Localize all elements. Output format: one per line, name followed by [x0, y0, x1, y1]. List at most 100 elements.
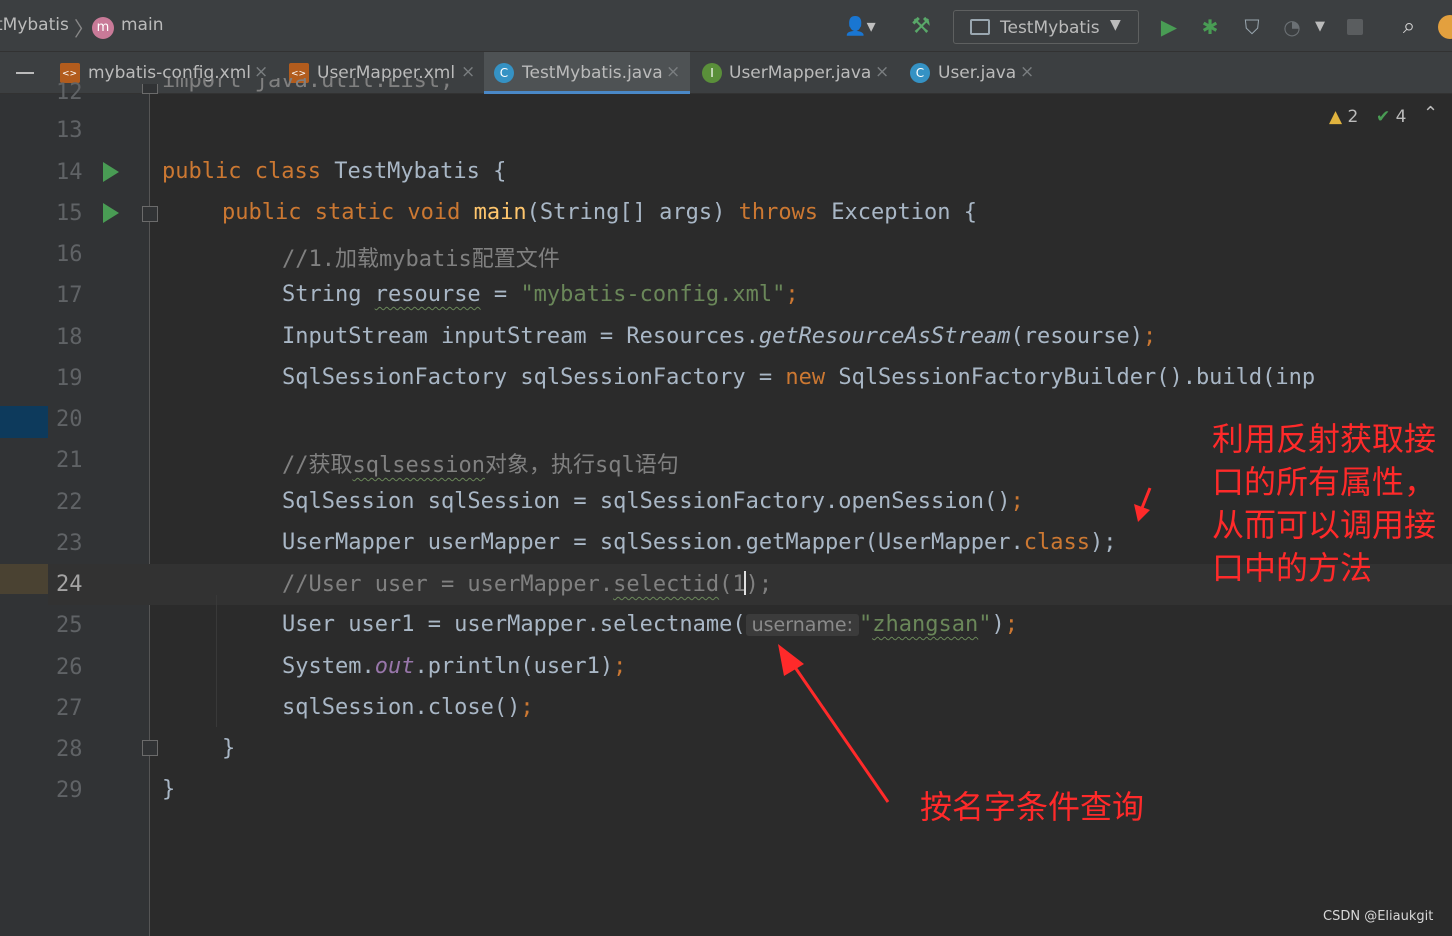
- coverage-icon[interactable]: ⛉: [1238, 14, 1266, 40]
- code-static-method: getResourceAsStream: [758, 324, 1011, 349]
- class-file-icon: C: [494, 63, 514, 83]
- close-icon[interactable]: ×: [1020, 62, 1034, 82]
- ok-indicator[interactable]: ✔ 4: [1376, 107, 1406, 127]
- code-string: zhangsan: [872, 612, 979, 637]
- code-text: );: [1089, 530, 1117, 555]
- code-keyword: public class: [162, 159, 321, 184]
- run-configuration-label: TestMybatis: [1000, 18, 1100, 38]
- code-text: InputStream inputStream = Resources.: [282, 324, 759, 349]
- code-keyword: class: [1023, 530, 1090, 555]
- code-text: }: [222, 736, 236, 761]
- close-icon[interactable]: ×: [875, 62, 889, 82]
- fold-icon[interactable]: [142, 84, 158, 94]
- strip-marker: [0, 564, 48, 594]
- code-text: import java.util.List;: [162, 78, 454, 93]
- run-gutter-icon[interactable]: [103, 162, 119, 182]
- code-text: {: [479, 159, 507, 184]
- code-keyword: throws: [738, 200, 819, 225]
- code-comment: //获取: [282, 453, 353, 478]
- code-text: .println(user1): [414, 654, 614, 679]
- run-configuration-selector[interactable]: TestMybatis ▼: [953, 10, 1139, 44]
- code-line-16: //1.加载mybatis配置文件: [282, 241, 560, 273]
- fold-icon[interactable]: [142, 206, 158, 222]
- tab-label: User.java: [938, 63, 1017, 83]
- code-line-24: //User user = userMapper.selectid(1);: [282, 571, 772, 597]
- code-comment: selectid: [613, 572, 720, 597]
- line-number: 15: [56, 201, 83, 226]
- search-icon[interactable]: ⌕: [1394, 14, 1424, 40]
- collapse-icon[interactable]: [16, 72, 34, 74]
- run-icon[interactable]: ▶: [1155, 14, 1183, 40]
- code-text: SqlSessionFactoryBuilder().build(inp: [825, 365, 1316, 390]
- tab-usermapper-java[interactable]: I UserMapper.java ×: [700, 52, 896, 94]
- annotation-query-note: 按名字条件查询: [920, 788, 1145, 826]
- line-number: 19: [56, 366, 83, 391]
- code-text: System.: [282, 654, 375, 679]
- breadcrumb-separator-icon: 〉: [74, 17, 94, 41]
- branch-icon: m: [92, 17, 114, 39]
- tab-label: UserMapper.java: [729, 63, 872, 83]
- stop-icon[interactable]: [1347, 19, 1363, 35]
- code-line-17: String resourse = "mybatis-config.xml";: [282, 282, 799, 307]
- line-number: 28: [56, 737, 83, 762]
- tab-user-java[interactable]: C User.java ×: [908, 52, 1044, 94]
- warning-icon: ▲: [1329, 107, 1343, 127]
- line-number: 20: [56, 407, 83, 432]
- code-string: "mybatis-config.xml": [520, 282, 786, 307]
- tab-testmybatis-java[interactable]: C TestMybatis.java ×: [484, 52, 690, 94]
- code-text: SqlSession sqlSession = sqlSessionFactor…: [282, 489, 1011, 514]
- code-line-22: SqlSession sqlSession = sqlSessionFactor…: [282, 489, 1024, 514]
- update-icon[interactable]: [1438, 15, 1452, 39]
- code-line-19: SqlSessionFactory sqlSessionFactory = ne…: [282, 365, 1315, 390]
- checkmark-icon: ✔: [1376, 107, 1391, 127]
- code-text: ): [991, 612, 1005, 637]
- line-number: 18: [56, 325, 83, 350]
- warnings-indicator[interactable]: ▲ 2: [1329, 107, 1358, 127]
- line-number: 12: [56, 80, 83, 102]
- build-hammer-icon[interactable]: ⚒: [906, 14, 936, 40]
- user-icon[interactable]: 👤▾: [840, 14, 880, 40]
- chevron-down-icon: ▼: [1110, 17, 1121, 33]
- indent-guide: [216, 595, 217, 727]
- close-icon[interactable]: ×: [461, 62, 475, 82]
- breadcrumb-project[interactable]: tMybatis: [0, 15, 69, 35]
- code-text: String: [282, 282, 375, 307]
- line-number: 14: [56, 160, 83, 185]
- code-line-18: InputStream inputStream = Resources.getR…: [282, 324, 1156, 349]
- profile-icon[interactable]: ◔: [1278, 14, 1306, 40]
- fold-icon[interactable]: [142, 740, 158, 756]
- code-line-25: User user1 = userMapper.selectname(usern…: [282, 612, 1018, 637]
- close-icon[interactable]: ×: [666, 62, 680, 82]
- code-method-name: main: [473, 200, 527, 225]
- code-text: }: [162, 777, 176, 802]
- code-class-name: TestMybatis: [334, 159, 480, 184]
- code-line-23: UserMapper userMapper = sqlSession.getMa…: [282, 530, 1116, 555]
- run-gutter-icon[interactable]: [103, 203, 119, 223]
- line-number: 22: [56, 490, 83, 515]
- interface-file-icon: I: [702, 63, 722, 83]
- strip-marker: [0, 406, 48, 438]
- code-line-29: }: [162, 777, 175, 802]
- code-string: ": [859, 612, 873, 637]
- navigation-bar: tMybatis 〉 m main 👤▾ ⚒ TestMybatis ▼ ▶ ✱…: [0, 0, 1452, 52]
- chevron-down-icon[interactable]: ▼: [1310, 14, 1330, 40]
- code-line-15: public static void main(String[] args) t…: [222, 200, 977, 225]
- code-line-14: public class TestMybatis {: [162, 159, 506, 184]
- line-number: 21: [56, 448, 83, 473]
- code-text: Exception {: [818, 200, 978, 225]
- code-text: (String[] args): [526, 200, 739, 225]
- line-number: 27: [56, 696, 83, 721]
- breadcrumb-branch[interactable]: main: [121, 15, 163, 35]
- debug-icon[interactable]: ✱: [1196, 14, 1224, 40]
- line-number-current: 24: [56, 572, 83, 597]
- code-punct: ;: [1142, 324, 1157, 349]
- code-punct: ;: [520, 695, 534, 720]
- code-text: =: [480, 282, 521, 307]
- code-punct: ;: [785, 282, 799, 307]
- code-comment: );: [745, 572, 773, 597]
- chevron-up-icon[interactable]: ⌃: [1423, 103, 1438, 124]
- watermark: CSDN @Eliaukgit: [1323, 909, 1434, 924]
- line-number: 29: [56, 778, 83, 803]
- class-file-icon: C: [910, 63, 930, 83]
- code-variable: resourse: [374, 282, 481, 307]
